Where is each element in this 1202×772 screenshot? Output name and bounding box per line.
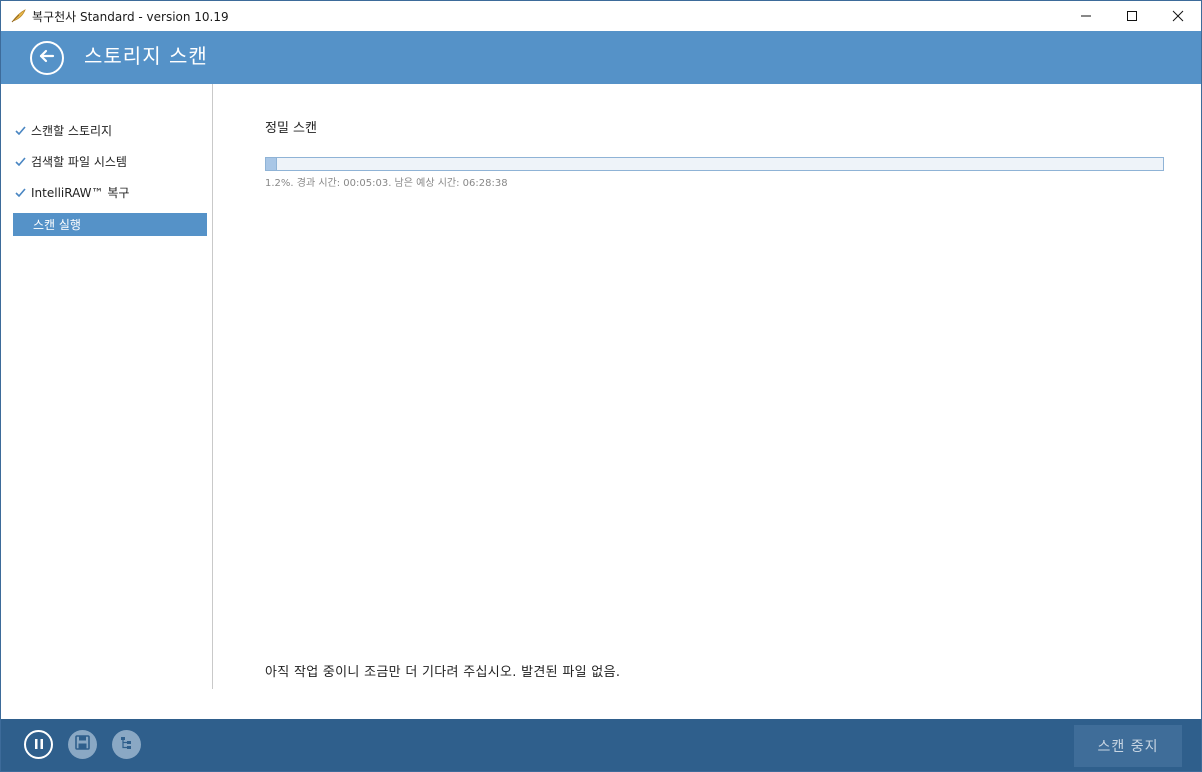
app-window: 복구천사 Standard - version 10.19 스토리지 스캔 스캔… <box>0 0 1202 772</box>
save-button[interactable] <box>68 730 97 759</box>
minimize-icon <box>1080 7 1092 26</box>
progress-fill <box>266 158 277 170</box>
arrow-left-icon <box>38 47 56 69</box>
checkmark-icon <box>13 126 31 135</box>
scan-progress-bar <box>265 157 1164 171</box>
step-intelliraw[interactable]: IntelliRAW™ 복구 <box>13 181 207 204</box>
stop-scan-button[interactable]: 스캔 중지 <box>1074 725 1182 767</box>
window-controls <box>1063 1 1201 31</box>
step-file-system[interactable]: 검색할 파일 시스템 <box>13 150 207 173</box>
wizard-steps: 스캔할 스토리지 검색할 파일 시스템 IntelliRAW™ 복구 스캔 실행 <box>1 84 213 689</box>
step-label: 검색할 파일 시스템 <box>31 155 127 169</box>
close-button[interactable] <box>1155 1 1201 31</box>
step-label: 스캔할 스토리지 <box>31 124 113 138</box>
feather-icon <box>9 7 27 25</box>
maximize-button[interactable] <box>1109 1 1155 31</box>
page-header: 스토리지 스캔 <box>1 31 1201 84</box>
tree-view-button[interactable] <box>112 730 141 759</box>
scan-type-title: 정밀 스캔 <box>265 121 317 136</box>
footer-bar: 스캔 중지 <box>1 719 1201 771</box>
page-title: 스토리지 스캔 <box>84 44 208 68</box>
status-message: 아직 작업 중이니 조금만 더 기다려 주십시오. 발견된 파일 없음. <box>265 665 621 680</box>
title-bar[interactable]: 복구천사 Standard - version 10.19 <box>1 1 1201 31</box>
back-button[interactable] <box>30 40 64 75</box>
checkmark-icon <box>13 157 31 166</box>
save-icon <box>75 735 90 754</box>
minimize-button[interactable] <box>1063 1 1109 31</box>
maximize-icon <box>1126 7 1138 26</box>
pause-button[interactable] <box>24 730 53 759</box>
checkmark-icon <box>13 188 31 197</box>
step-scan-storage[interactable]: 스캔할 스토리지 <box>13 119 207 142</box>
tree-view-icon <box>119 735 134 754</box>
step-label: IntelliRAW™ 복구 <box>31 186 130 200</box>
progress-info: 1.2%. 경과 시간: 00:05:03. 남은 예상 시간: 06:28:3… <box>265 178 508 189</box>
pause-icon <box>33 735 45 754</box>
step-run-scan[interactable]: 스캔 실행 <box>13 213 207 236</box>
window-title: 복구천사 Standard - version 10.19 <box>32 9 229 24</box>
close-icon <box>1172 7 1184 26</box>
step-label: 스캔 실행 <box>33 218 81 232</box>
